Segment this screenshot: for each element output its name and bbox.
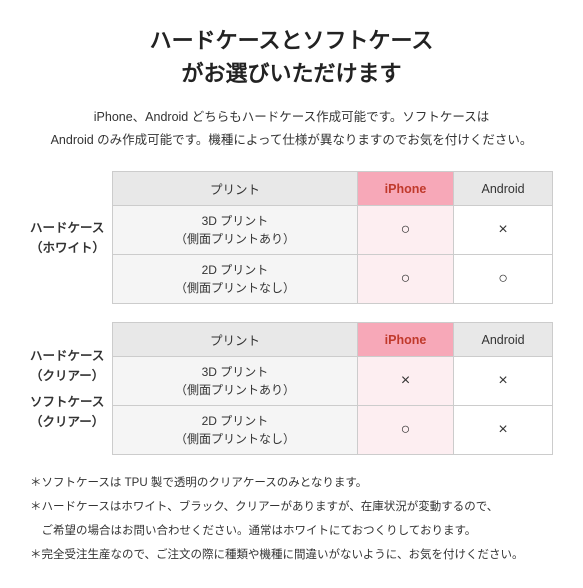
- table2: プリント iPhone Android 3D プリント（側面プリントあり） ×: [112, 322, 553, 455]
- table1: プリント iPhone Android 3D プリント（側面プリントあり） ○: [112, 171, 553, 304]
- title-line1: ハードケースとソフトケース: [150, 28, 434, 53]
- page-container: ハードケースとソフトケース がお選びいただけます iPhone、Android …: [0, 0, 583, 588]
- table1-row2-iphone: ○: [357, 255, 453, 304]
- table2-side-label: ハードケース （クリアー） ソフトケース （クリアー）: [30, 322, 112, 455]
- main-title: ハードケースとソフトケース がお選びいただけます: [30, 24, 553, 90]
- notes-section: ＊ソフトケースは TPU 製で透明のクリアケースのみとなります。 ＊ハードケース…: [30, 473, 553, 566]
- title-line2: がお選びいただけます: [181, 61, 401, 86]
- table2-header-print: プリント: [113, 323, 358, 357]
- table1-row1-label: 3D プリント（側面プリントあり）: [113, 206, 358, 255]
- table1-header-print: プリント: [113, 172, 358, 206]
- table2-row2-label: 2D プリント（側面プリントなし）: [113, 406, 358, 455]
- table1-header-android: Android: [454, 172, 553, 206]
- table2-row1-iphone: ×: [357, 357, 453, 406]
- table-row: 3D プリント（側面プリントあり） × ×: [113, 357, 553, 406]
- table2-row2-android: ×: [454, 406, 553, 455]
- table1-section: ハードケース （ホワイト） プリント iPhone Android 3D プリン…: [30, 171, 553, 304]
- table2-label2-line1: ソフトケース: [30, 395, 104, 409]
- table2-label1-line1: ハードケース: [30, 349, 104, 363]
- note-1: ＊ソフトケースは TPU 製で透明のクリアケースのみとなります。: [30, 473, 553, 495]
- table2-row1-android: ×: [454, 357, 553, 406]
- table1-label-line2: （ホワイト）: [30, 241, 105, 255]
- table2-label2-line2: （クリアー）: [30, 415, 104, 429]
- table2-header-iphone: iPhone: [357, 323, 453, 357]
- table1-row2-label: 2D プリント（側面プリントなし）: [113, 255, 358, 304]
- table1-label-line1: ハードケース: [30, 221, 104, 235]
- table-row: 2D プリント（側面プリントなし） ○ ×: [113, 406, 553, 455]
- table2-row1-label: 3D プリント（側面プリントあり）: [113, 357, 358, 406]
- note-2: ＊ハードケースはホワイト、ブラック、クリアーがありますが、在庫状況が変動するので…: [30, 497, 553, 519]
- table1-header-iphone: iPhone: [357, 172, 453, 206]
- table-row: 2D プリント（側面プリントなし） ○ ○: [113, 255, 553, 304]
- table-row: 3D プリント（側面プリントあり） ○ ×: [113, 206, 553, 255]
- table2-wrapper: プリント iPhone Android 3D プリント（側面プリントあり） ×: [112, 322, 553, 455]
- table1-row1-android: ×: [454, 206, 553, 255]
- table1-side-label: ハードケース （ホワイト）: [30, 171, 112, 304]
- table1-wrapper: プリント iPhone Android 3D プリント（側面プリントあり） ○: [112, 171, 553, 304]
- table2-label1-line2: （クリアー）: [30, 369, 104, 383]
- description-text: iPhone、Android どちらもハードケース作成可能です。ソフトケースは …: [30, 106, 553, 151]
- table1-row1-iphone: ○: [357, 206, 453, 255]
- table1-row2-android: ○: [454, 255, 553, 304]
- note-3: ご希望の場合はお問い合わせください。通常はホワイトにておつくりしております。: [30, 521, 553, 543]
- table2-row2-iphone: ○: [357, 406, 453, 455]
- table2-header-android: Android: [454, 323, 553, 357]
- note-4: ＊完全受注生産なので、ご注文の際に種類や機種に間違いがないように、お気を付けくだ…: [30, 545, 553, 567]
- table2-section: ハードケース （クリアー） ソフトケース （クリアー） プリント iPhone …: [30, 322, 553, 455]
